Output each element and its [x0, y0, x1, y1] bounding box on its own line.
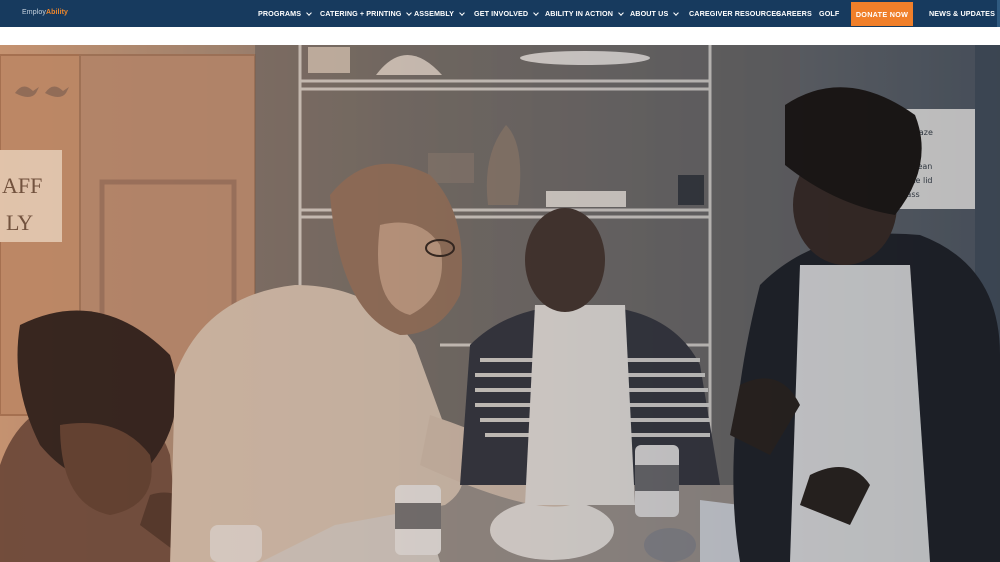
nav-label: CAREERS: [776, 9, 812, 18]
nav-label: ABOUT US: [630, 9, 669, 18]
nav-item-about-us[interactable]: ABOUT US: [630, 0, 680, 27]
donate-label: DONATE NOW: [855, 9, 909, 19]
nav-label: ASSEMBLY: [414, 9, 455, 18]
donate-now-button[interactable]: DONATE NOW: [851, 2, 913, 26]
top-navigation-bar: EmployAbility PROGRAMS CATERING + PRINTI…: [0, 0, 1000, 27]
chevron-down-icon: [673, 9, 680, 16]
nav-label: GOLF: [819, 9, 840, 18]
chevron-down-icon: [306, 9, 312, 16]
hero-photo: AFF LY - Glaze es Clean Glaze lid Glass: [0, 45, 1000, 562]
nav-item-catering-printing[interactable]: CATERING + PRINTING: [320, 0, 413, 27]
nav-item-golf[interactable]: GOLF: [819, 0, 839, 27]
chevron-down-icon: [406, 9, 413, 16]
nav-item-news-updates[interactable]: NEWS & UPDATES: [929, 0, 995, 27]
nav-label: PROGRAMS: [258, 9, 302, 18]
nav-item-assembly[interactable]: ASSEMBLY: [414, 0, 465, 27]
nav-item-caregiver-resources[interactable]: CAREGIVER RESOURCES: [689, 0, 781, 27]
nav-label: CAREGIVER RESOURCES: [689, 9, 782, 18]
nav-label: ABILITY IN ACTION: [545, 9, 613, 18]
nav-item-careers[interactable]: CAREERS: [776, 0, 812, 27]
nav-item-get-involved[interactable]: GET INVOLVED: [474, 0, 540, 27]
header-spacer: [0, 27, 1000, 45]
chevron-down-icon: [618, 9, 624, 16]
nav-label: CATERING + PRINTING: [320, 9, 402, 18]
nav-label: GET INVOLVED: [474, 9, 529, 18]
chevron-down-icon: [459, 9, 465, 16]
nav-item-ability-in-action[interactable]: ABILITY IN ACTION: [545, 0, 624, 27]
hero-image-art-class: AFF LY - Glaze es Clean Glaze lid Glass: [0, 45, 1000, 562]
nav-label: NEWS & UPDATES: [929, 9, 995, 18]
chevron-down-icon: [533, 9, 540, 16]
main-nav: PROGRAMS CATERING + PRINTING ASSEMBLY GE…: [0, 0, 1000, 27]
nav-item-programs[interactable]: PROGRAMS: [258, 0, 312, 27]
